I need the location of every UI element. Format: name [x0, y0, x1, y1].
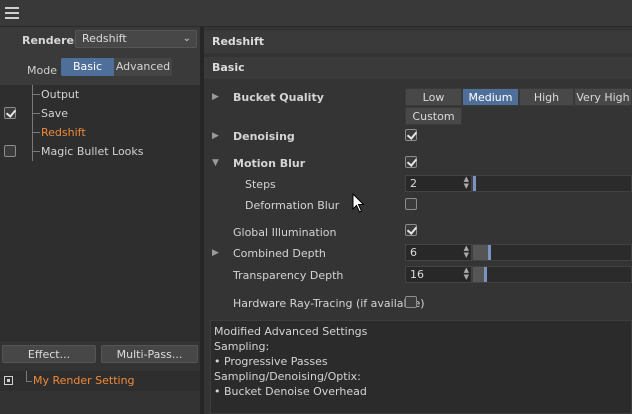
bucket-quality-low[interactable]: Low: [405, 88, 462, 106]
tree-item-save[interactable]: Save: [0, 104, 200, 123]
tree-item-label: Magic Bullet Looks: [41, 145, 144, 158]
mode-label: Mode: [27, 64, 57, 77]
bucket-quality-custom[interactable]: Custom: [405, 107, 462, 125]
bucket-quality-medium[interactable]: Medium: [462, 88, 519, 106]
combined-depth-value: 6: [410, 246, 417, 259]
stepper-arrows-icon[interactable]: ▲ ▼: [464, 267, 469, 281]
section-title: Basic: [204, 57, 632, 79]
bucket-quality-label: Bucket Quality: [233, 91, 324, 104]
steps-label: Steps: [245, 178, 276, 191]
motion-blur-checkbox[interactable]: [405, 156, 417, 168]
renderer-dropdown[interactable]: Redshift ⌄: [75, 30, 197, 48]
magic-bullet-looks-checkbox[interactable]: [4, 145, 16, 157]
tree-item-label: Output: [41, 88, 80, 101]
bucket-quality-high[interactable]: High: [519, 88, 574, 106]
render-setting-label: My Render Setting: [33, 374, 135, 387]
info-line: Sampling/Denoising/Optix:: [214, 370, 361, 383]
slider-handle[interactable]: [473, 176, 476, 191]
hardware-ray-tracing-label: Hardware Ray-Tracing (if available): [233, 297, 425, 310]
render-settings-footer: Effect... Multi-Pass... My Render Settin…: [0, 340, 200, 414]
combined-depth-input[interactable]: 6 ▲ ▼: [405, 244, 472, 261]
global-illumination-label: Global Illumination: [233, 226, 337, 239]
save-checkbox[interactable]: [4, 107, 16, 119]
steps-slider[interactable]: [472, 175, 632, 192]
stepper-arrows-icon[interactable]: ▲ ▼: [464, 245, 469, 259]
tree-item-label: Redshift: [41, 126, 86, 139]
tree-item-redshift[interactable]: Redshift: [0, 123, 200, 142]
chevron-right-icon[interactable]: ▶: [212, 131, 219, 141]
chevron-down-icon: ⌄: [182, 33, 191, 44]
transparency-depth-input[interactable]: 16 ▲ ▼: [405, 266, 472, 283]
motion-blur-label: Motion Blur: [233, 157, 306, 170]
combined-depth-slider[interactable]: [472, 244, 632, 261]
mode-advanced-button[interactable]: Advanced: [114, 58, 172, 76]
mouse-pointer-icon: [352, 193, 365, 213]
modified-settings-info: Modified Advanced Settings Sampling: • P…: [210, 320, 632, 414]
bucket-quality-very-high[interactable]: Very High: [574, 88, 632, 106]
denoising-checkbox[interactable]: [405, 129, 417, 141]
chevron-down-icon[interactable]: ▼: [212, 158, 219, 168]
tree-item-output[interactable]: Output: [0, 85, 200, 104]
slider-handle[interactable]: [488, 245, 491, 260]
global-illumination-checkbox[interactable]: [405, 224, 417, 236]
redshift-settings-panel: Redshift Basic ▶ Bucket Quality Low Medi…: [204, 27, 632, 414]
renderer-settings-header: Renderer Redshift ⌄ Mode Basic Advanced: [0, 27, 200, 85]
render-settings-tree: Output Save Redshift Magic Bullet Looks: [0, 85, 200, 340]
mode-basic-button[interactable]: Basic: [61, 58, 114, 76]
steps-input[interactable]: 2 ▲ ▼: [405, 175, 472, 192]
transparency-depth-value: 16: [410, 268, 424, 281]
tree-item-magic-bullet-looks[interactable]: Magic Bullet Looks: [0, 142, 200, 161]
info-line: Sampling:: [214, 340, 270, 353]
chevron-right-icon[interactable]: ▶: [212, 248, 219, 258]
chevron-right-icon[interactable]: ▶: [212, 92, 219, 102]
transparency-depth-label: Transparency Depth: [233, 269, 344, 282]
render-setting-item[interactable]: My Render Setting: [0, 371, 200, 391]
hamburger-menu-icon[interactable]: [5, 7, 19, 19]
combined-depth-label: Combined Depth: [233, 247, 326, 260]
steps-value: 2: [410, 177, 417, 190]
transparency-depth-slider[interactable]: [472, 266, 632, 283]
renderer-dropdown-value: Redshift: [82, 32, 127, 45]
left-panel: Renderer Redshift ⌄ Mode Basic Advanced …: [0, 27, 200, 414]
deformation-blur-label: Deformation Blur: [245, 199, 340, 212]
denoising-label: Denoising: [233, 130, 295, 143]
info-line: • Progressive Passes: [214, 355, 328, 368]
slider-handle[interactable]: [484, 267, 487, 282]
panel-title: Redshift: [204, 31, 632, 53]
multi-pass-button[interactable]: Multi-Pass...: [101, 345, 198, 363]
hardware-ray-tracing-checkbox[interactable]: [405, 296, 417, 308]
renderer-label: Renderer: [22, 34, 80, 47]
render-setting-icon: [4, 376, 13, 385]
info-line: • Bucket Denoise Overhead: [214, 385, 367, 398]
stepper-arrows-icon[interactable]: ▲ ▼: [464, 176, 469, 190]
effect-button[interactable]: Effect...: [2, 345, 96, 363]
top-bar: [0, 0, 632, 27]
deformation-blur-checkbox[interactable]: [405, 198, 417, 210]
info-line: Modified Advanced Settings: [214, 325, 368, 338]
tree-item-label: Save: [41, 107, 69, 120]
